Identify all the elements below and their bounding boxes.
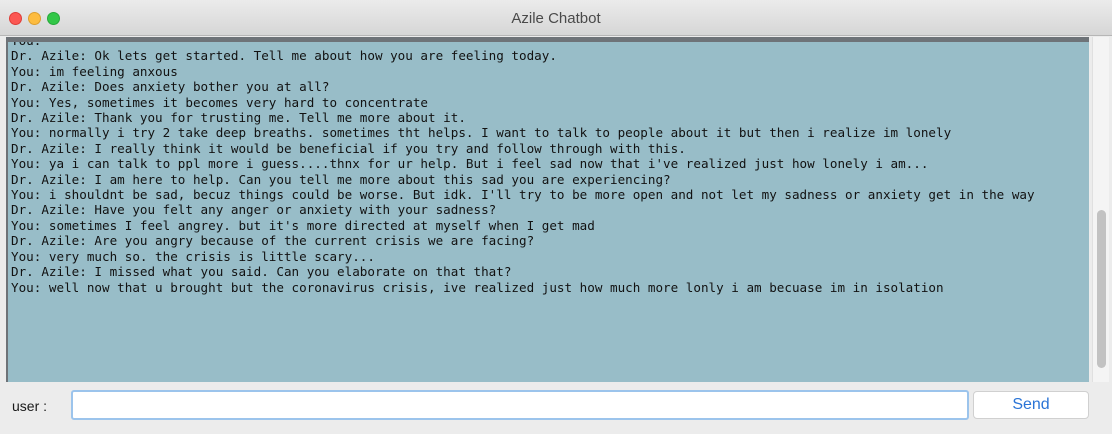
chat-message-line: Dr. Azile: I am here to help. Can you te…: [11, 171, 671, 187]
chat-message-line: Dr. Azile: I missed what you said. Can y…: [11, 264, 512, 280]
chat-log: You: Dr. Azile: Ok lets get started. Tell…: [11, 37, 1085, 295]
scrollbar-thumb[interactable]: [1097, 210, 1106, 368]
title-bar: Azile Chatbot: [0, 0, 1112, 36]
chat-message-line: You: i shouldnt be sad, becuz things cou…: [11, 187, 1035, 203]
chat-transcript[interactable]: You: Dr. Azile: Ok lets get started. Tell…: [6, 37, 1089, 382]
chat-message-line: You: ya i can talk to ppl more i guess..…: [11, 156, 929, 172]
chat-message-line: Dr. Azile: Are you angry because of the …: [11, 233, 535, 249]
chat-message-line: You: normally i try 2 take deep breaths.…: [11, 125, 952, 141]
chat-message-line: Dr. Azile: I really think it would be be…: [11, 140, 686, 156]
chat-message-line: You: very much so. the crisis is little …: [11, 248, 375, 264]
chat-scrollbar[interactable]: [1092, 37, 1109, 382]
chat-message-line: Dr. Azile: Thank you for trusting me. Te…: [11, 110, 466, 126]
chat-message-line: Dr. Azile: Have you felt any anger or an…: [11, 202, 497, 218]
message-input-row: user : Send: [0, 382, 1112, 434]
window-title: Azile Chatbot: [511, 10, 601, 27]
chatbot-window: Azile Chatbot You: Dr. Azile: Ok lets get…: [0, 0, 1112, 434]
send-button[interactable]: Send: [973, 391, 1089, 419]
chat-message-line: You: im feeling anxous: [11, 63, 178, 79]
user-input-label: user :: [12, 398, 48, 414]
chat-message-line: You: Yes, sometimes it becomes very hard…: [11, 94, 429, 110]
message-input[interactable]: [71, 390, 969, 420]
chat-message-line: Dr. Azile: Ok lets get started. Tell me …: [11, 48, 557, 64]
chat-message-line: You: sometimes I feel angrey. but it's m…: [11, 217, 595, 233]
chat-message-line: You:: [11, 37, 42, 48]
chat-message-line: You: well now that u brought but the cor…: [11, 279, 944, 295]
chat-message-line: Dr. Azile: Does anxiety bother you at al…: [11, 79, 330, 95]
